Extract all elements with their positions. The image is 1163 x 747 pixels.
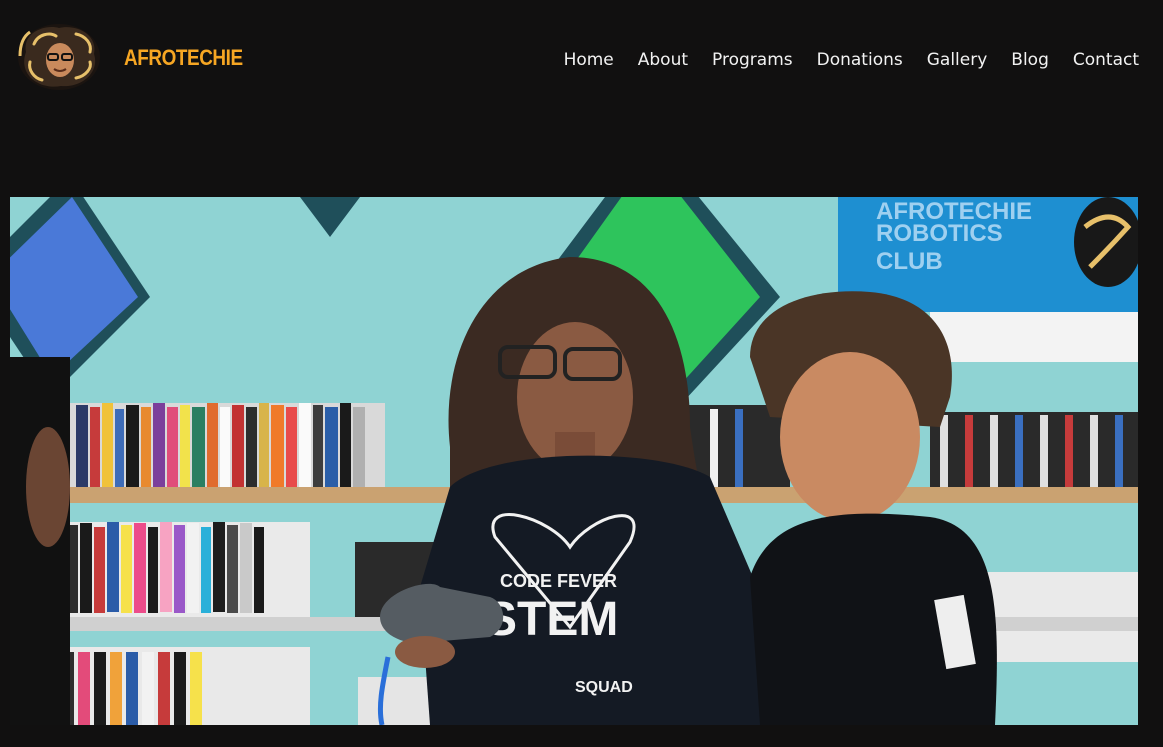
shirt-text-main: STEM — [485, 593, 618, 646]
site-header: AFROTECHIE Home About Programs Donations… — [0, 0, 1163, 120]
shirt-text-top: CODE FEVER — [500, 571, 617, 591]
nav-item-home[interactable]: Home — [564, 50, 614, 70]
main-nav: Home About Programs Donations Gallery Bl… — [564, 50, 1139, 70]
hero-photo: AFROTECHIE ROBOTICS CLUB CODE FEVER STEM… — [10, 197, 1138, 725]
nav-item-blog[interactable]: Blog — [1011, 50, 1049, 70]
nav-item-donations[interactable]: Donations — [817, 50, 903, 70]
brand-name[interactable]: AFROTECHIE — [124, 45, 243, 71]
banner-line-2: ROBOTICS — [876, 220, 1003, 247]
afrotechie-logo-icon[interactable] — [16, 22, 102, 92]
nav-item-contact[interactable]: Contact — [1073, 50, 1139, 70]
banner-line-3: CLUB — [876, 248, 943, 275]
shirt-text-bottom: SQUAD — [575, 679, 633, 696]
nav-item-about[interactable]: About — [638, 50, 688, 70]
nav-item-gallery[interactable]: Gallery — [927, 50, 988, 70]
hero-image: AFROTECHIE ROBOTICS CLUB CODE FEVER STEM… — [10, 197, 1138, 725]
nav-item-programs[interactable]: Programs — [712, 50, 793, 70]
